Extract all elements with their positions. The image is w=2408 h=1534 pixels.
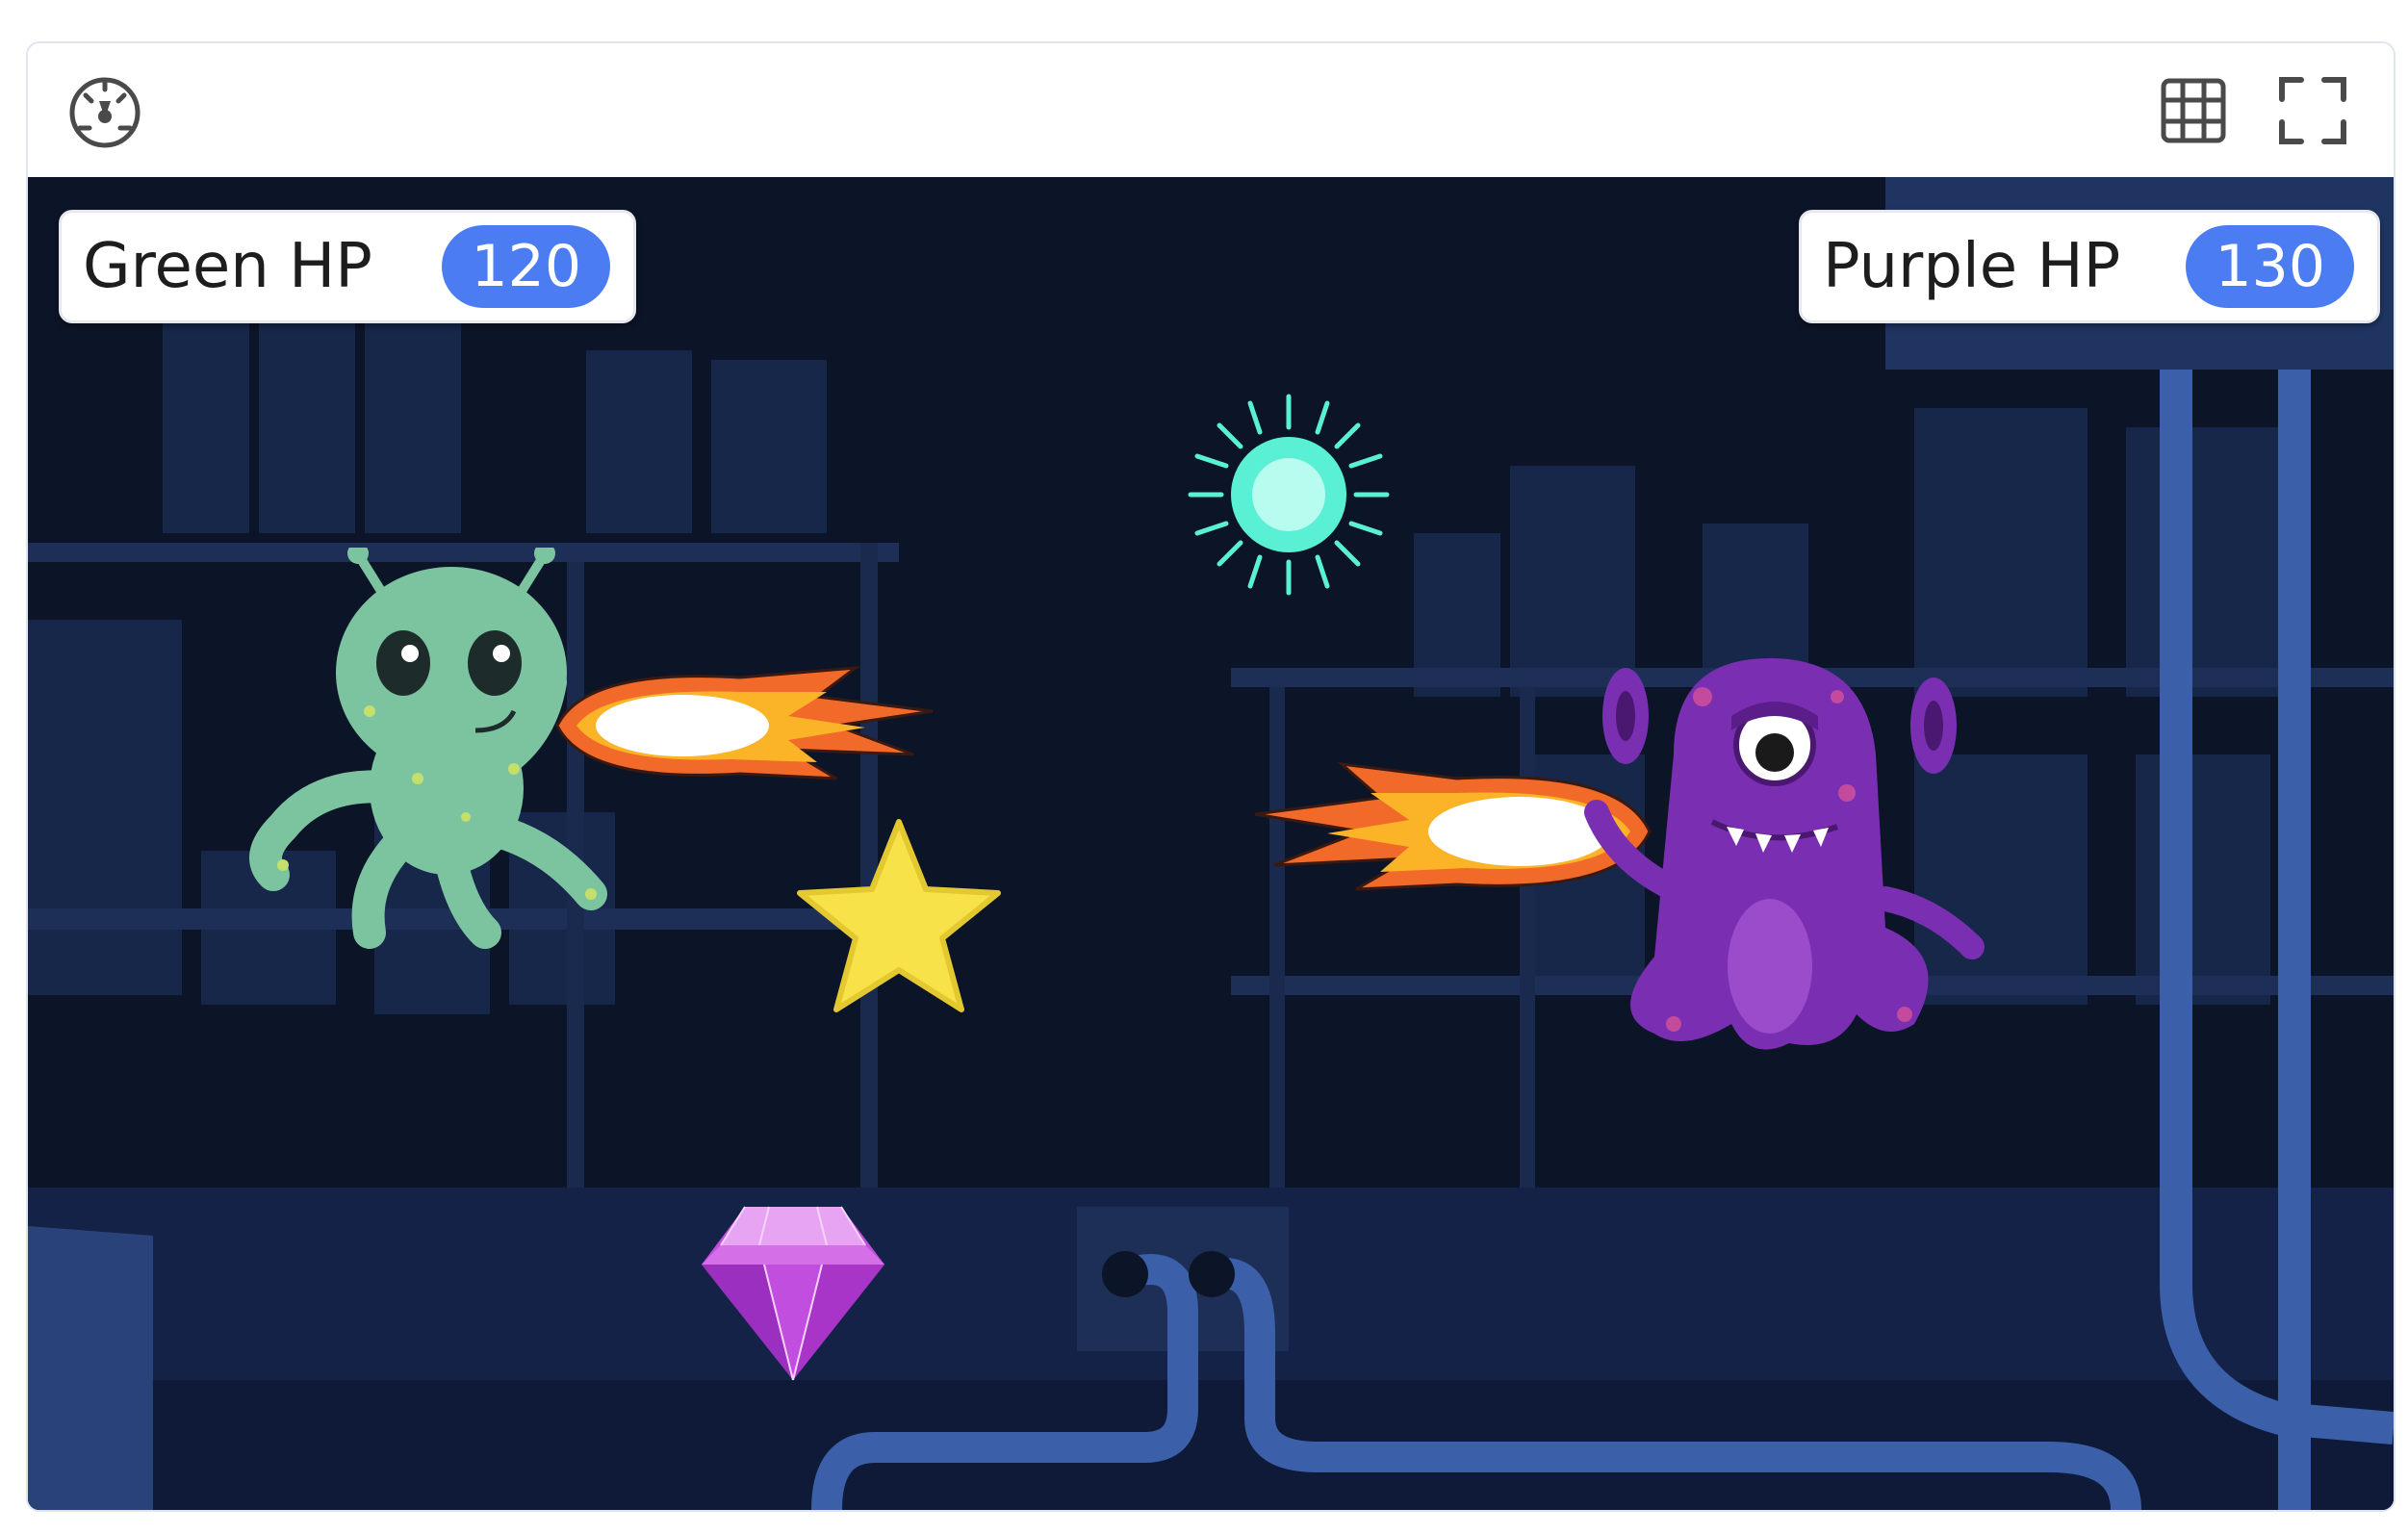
fireball-left (555, 666, 934, 780)
game-stage[interactable]: Green HP 120 Purple HP 130 (28, 177, 2394, 1510)
purple-hp-display: Purple HP 130 (1799, 210, 2380, 323)
game-window: Green HP 120 Purple HP 130 (26, 41, 2395, 1512)
purple-hp-value: 130 (2186, 225, 2354, 308)
cyan-orb[interactable] (1183, 389, 1395, 601)
fullscreen-icon[interactable] (2274, 72, 2351, 149)
toolbar (28, 43, 2394, 177)
purple-hp-label: Purple HP (1823, 231, 2121, 302)
grid-icon[interactable] (2155, 72, 2232, 149)
purple-monster[interactable] (1568, 639, 2011, 1072)
purple-gem[interactable] (692, 1197, 894, 1390)
speedometer-icon[interactable] (66, 72, 143, 149)
yellow-star[interactable] (788, 812, 1010, 1024)
green-hp-label: Green HP (83, 231, 372, 302)
green-hp-display: Green HP 120 (59, 210, 636, 323)
green-hp-value: 120 (442, 225, 610, 308)
